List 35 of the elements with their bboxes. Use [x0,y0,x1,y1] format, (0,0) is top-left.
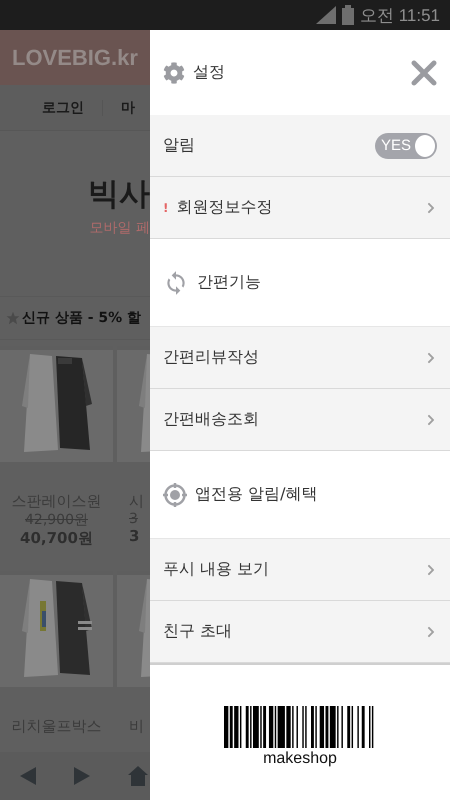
status-time: 오전 11:51 [360,4,440,26]
signal-icon [316,6,336,24]
chevron-right-icon [425,414,437,426]
banner-title: 빅사 [88,175,150,214]
menu-item-label: 회원정보수정 [176,197,274,218]
menu-item-label: 간편배송조회 [163,409,260,430]
menu-item[interactable]: 푸시 내용 보기 [150,539,450,601]
menu-item-label: 푸시 내용 보기 [163,559,270,580]
menu-item[interactable]: 간편리뷰작성 [150,327,450,389]
menu-item[interactable]: 친구 초대 [150,601,450,663]
drawer-title: 설정 [193,62,226,83]
toggle-switch[interactable]: YES [375,132,437,158]
section-title: 신규 상품 - 5% 할 [22,309,142,327]
home-icon[interactable] [128,766,148,786]
nav-link[interactable]: 로그인 [42,98,84,116]
chevron-right-icon [425,564,437,576]
back-icon[interactable] [20,767,36,785]
menu-item[interactable]: 간편배송조회 [150,389,450,451]
chevron-right-icon [425,626,437,638]
forward-icon[interactable] [74,767,90,785]
close-button[interactable] [411,60,437,86]
battery-icon [342,5,354,25]
nav-link[interactable]: 마 [121,98,135,116]
group-title: 간편기능 [197,272,262,293]
menu-item-label: 친구 초대 [163,621,234,642]
settings-label: 알림 [163,135,196,156]
chevron-right-icon [425,202,437,214]
barcode-caption: makeshop [263,750,337,768]
group-title: 앱전용 알림/혜택 [195,484,318,505]
alert-mark: ! [163,200,168,214]
menu-item[interactable]: ! 회원정보수정 [150,177,450,239]
settings-icon [163,62,185,84]
menu-item-label: 간편리뷰작성 [163,347,260,368]
banner-subtitle: 모바일 페 [90,219,150,237]
chevron-right-icon [425,352,437,364]
